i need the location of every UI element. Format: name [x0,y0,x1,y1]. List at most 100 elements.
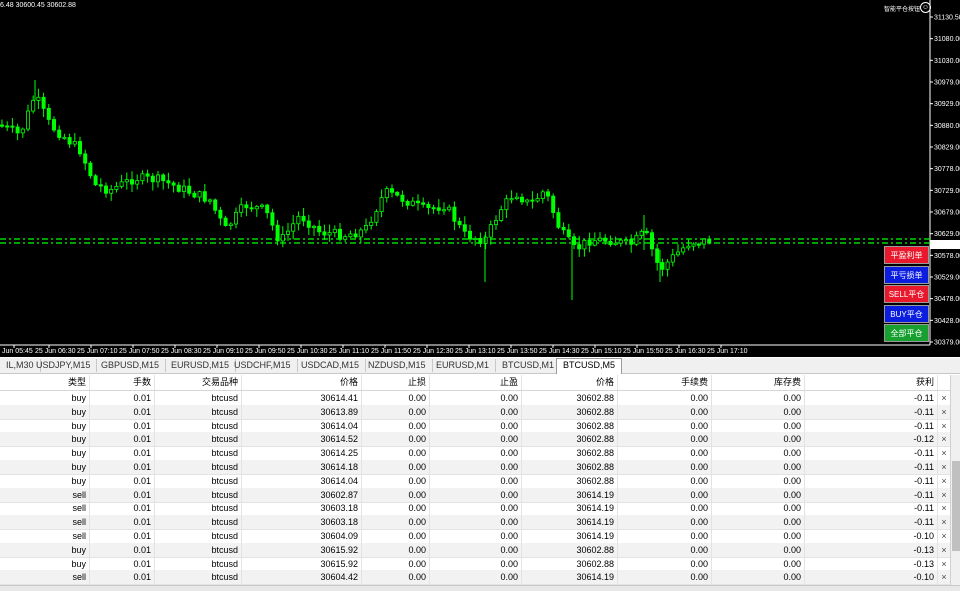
cell-price: 30614.41 [242,391,362,405]
tab-eurusd-m15[interactable]: EURUSD,M15 [165,359,237,372]
cell-price: 30614.18 [242,460,362,474]
smiley-icon[interactable]: ☺ [920,2,931,13]
header-stop-loss[interactable]: 止损 [362,375,430,390]
cell-sl: 0.00 [362,515,430,530]
tab-usdchf-m15[interactable]: USDCHF,M15 [228,359,298,372]
cell-lots: 0.01 [90,418,155,433]
cell-cur: 30614.19 [522,570,618,585]
candle-body [410,200,415,206]
time-label: Jun 05:45 [2,348,33,355]
cell-swap: 0.00 [712,556,805,571]
tab-eurusd-m1[interactable]: EURUSD,M1 [430,359,497,372]
close-position-icon[interactable]: × [938,501,950,515]
cell-symbol: btcusd [155,487,242,502]
candle-body [129,179,134,185]
close-position-icon[interactable]: × [938,515,950,529]
close-position-icon[interactable]: × [938,570,950,584]
candle-body [624,239,629,242]
table-row[interactable]: buy 0.01 btcusd 30614.52 0.00 0.00 30602.88 0.0… [0,432,950,448]
close-position-icon[interactable]: × [938,419,950,433]
price-label: 30778.00 [934,166,960,173]
cell-type: sell [0,529,90,543]
close-position-icon[interactable]: × [938,391,950,405]
close-profit-button[interactable]: 平盈利单 [884,246,929,264]
header-profit[interactable]: 获利 [805,375,938,390]
table-row[interactable]: sell 0.01 btcusd 30602.87 0.00 0.00 30614.19 0.… [0,487,950,503]
candle-body [374,211,379,223]
header-take-profit[interactable]: 止盈 [430,375,522,390]
header-lots[interactable]: 手数 [90,375,155,390]
tab-btcusd-m1[interactable]: BTCUSD,M1 [496,359,562,372]
header-commission[interactable]: 手续费 [618,375,712,390]
close-position-icon[interactable]: × [938,543,950,557]
cell-tp: 0.00 [430,515,522,530]
tab-nzdusd-m15[interactable]: NZDUSD,M15 [362,359,433,372]
candle-body [52,119,57,131]
table-row[interactable]: buy 0.01 btcusd 30614.25 0.00 0.00 30602.88 0.0… [0,446,950,462]
table-row[interactable]: sell 0.01 btcusd 30603.18 0.00 0.00 30614.19 0.… [0,515,950,531]
header-symbol[interactable]: 交易品种 [155,375,242,390]
close-position-icon[interactable]: × [938,488,950,502]
time-label: 25 Jun 17:10 [707,348,748,355]
cell-sl: 0.00 [362,418,430,433]
table-row[interactable]: buy 0.01 btcusd 30614.04 0.00 0.00 30602.88 0.0… [0,418,950,434]
close-buy-button[interactable]: BUY平仓 [884,305,929,323]
candle-body [546,191,551,197]
tab-usdjpy-m15[interactable]: USDJPY,M15 [30,359,98,372]
price-chart[interactable]: 31130.50 31080.00 31030.00 30979.00 30929.00… [0,0,960,357]
table-scrollbar[interactable] [950,375,960,585]
candle-body [78,141,83,155]
cell-cur: 30614.19 [522,487,618,502]
close-position-icon[interactable]: × [938,405,950,419]
scrollbar-thumb[interactable] [952,461,960,551]
header-type[interactable]: 类型 [0,375,90,390]
candle-body [5,125,10,128]
close-position-icon[interactable]: × [938,557,950,571]
close-position-icon[interactable]: × [938,446,950,460]
header-current-price[interactable]: 价格 [522,375,618,390]
tab-usdcad-m15[interactable]: USDCAD,M15 [295,359,367,372]
candle-body [15,126,20,134]
candlestick-chart[interactable]: 31130.50 31080.00 31030.00 30979.00 30929.00… [0,0,960,357]
close-loss-button[interactable]: 平亏损单 [884,266,929,284]
close-sell-button[interactable]: SELL平仓 [884,285,929,303]
candle-body [10,125,15,128]
tab-gbpusd-m15[interactable]: GBPUSD,M15 [95,359,167,372]
close-position-icon[interactable]: × [938,432,950,446]
tab-btcusd-m5[interactable]: BTCUSD,M5 [556,358,623,374]
time-label: 25 Jun 11:10 [329,348,369,355]
close-position-icon[interactable]: × [938,529,950,543]
candle-body [171,182,176,186]
close-position-icon[interactable]: × [938,474,950,488]
header-open-price[interactable]: 价格 [242,375,362,390]
close-all-button[interactable]: 全部平仓 [884,324,929,342]
candle-body [223,217,228,227]
candle-body [572,236,577,245]
cell-commission: 0.00 [618,570,712,585]
candle-body [233,211,238,225]
candle-body [322,231,327,236]
table-row[interactable]: buy 0.01 btcusd 30614.18 0.00 0.00 30602.88 0.0… [0,460,950,475]
table-row[interactable]: sell 0.01 btcusd 30603.18 0.00 0.00 30614.19 0.… [0,501,950,517]
table-row[interactable]: sell 0.01 btcusd 30604.42 0.00 0.00 30614.19 0.… [0,570,950,586]
price-label: 30578.00 [934,253,960,260]
candle-body [509,198,514,201]
cell-symbol: btcusd [155,446,242,461]
cell-commission: 0.00 [618,556,712,571]
cell-swap: 0.00 [712,501,805,516]
cell-commission: 0.00 [618,460,712,474]
table-row[interactable]: sell 0.01 btcusd 30604.09 0.00 0.00 30614.19 0.… [0,529,950,544]
candle-body [525,199,530,203]
table-row[interactable]: buy 0.01 btcusd 30615.92 0.00 0.00 30602.88 0.0… [0,556,950,572]
cell-type: buy [0,391,90,405]
header-swap[interactable]: 库存费 [712,375,805,390]
table-row[interactable]: buy 0.01 btcusd 30614.41 0.00 0.00 30602.88 0.0… [0,391,950,406]
table-row[interactable]: buy 0.01 btcusd 30614.04 0.00 0.00 30602.88 0.0… [0,473,950,489]
close-position-icon[interactable]: × [938,460,950,474]
cell-symbol: btcusd [155,418,242,433]
table-row[interactable]: buy 0.01 btcusd 30615.92 0.00 0.00 30602.88 0.0… [0,542,950,558]
time-label: 25 Jun 09:10 [203,348,244,355]
cell-symbol: btcusd [155,542,242,557]
cell-sl: 0.00 [362,473,430,488]
table-row[interactable]: buy 0.01 btcusd 30613.89 0.00 0.00 30602.88 0.0… [0,404,950,420]
